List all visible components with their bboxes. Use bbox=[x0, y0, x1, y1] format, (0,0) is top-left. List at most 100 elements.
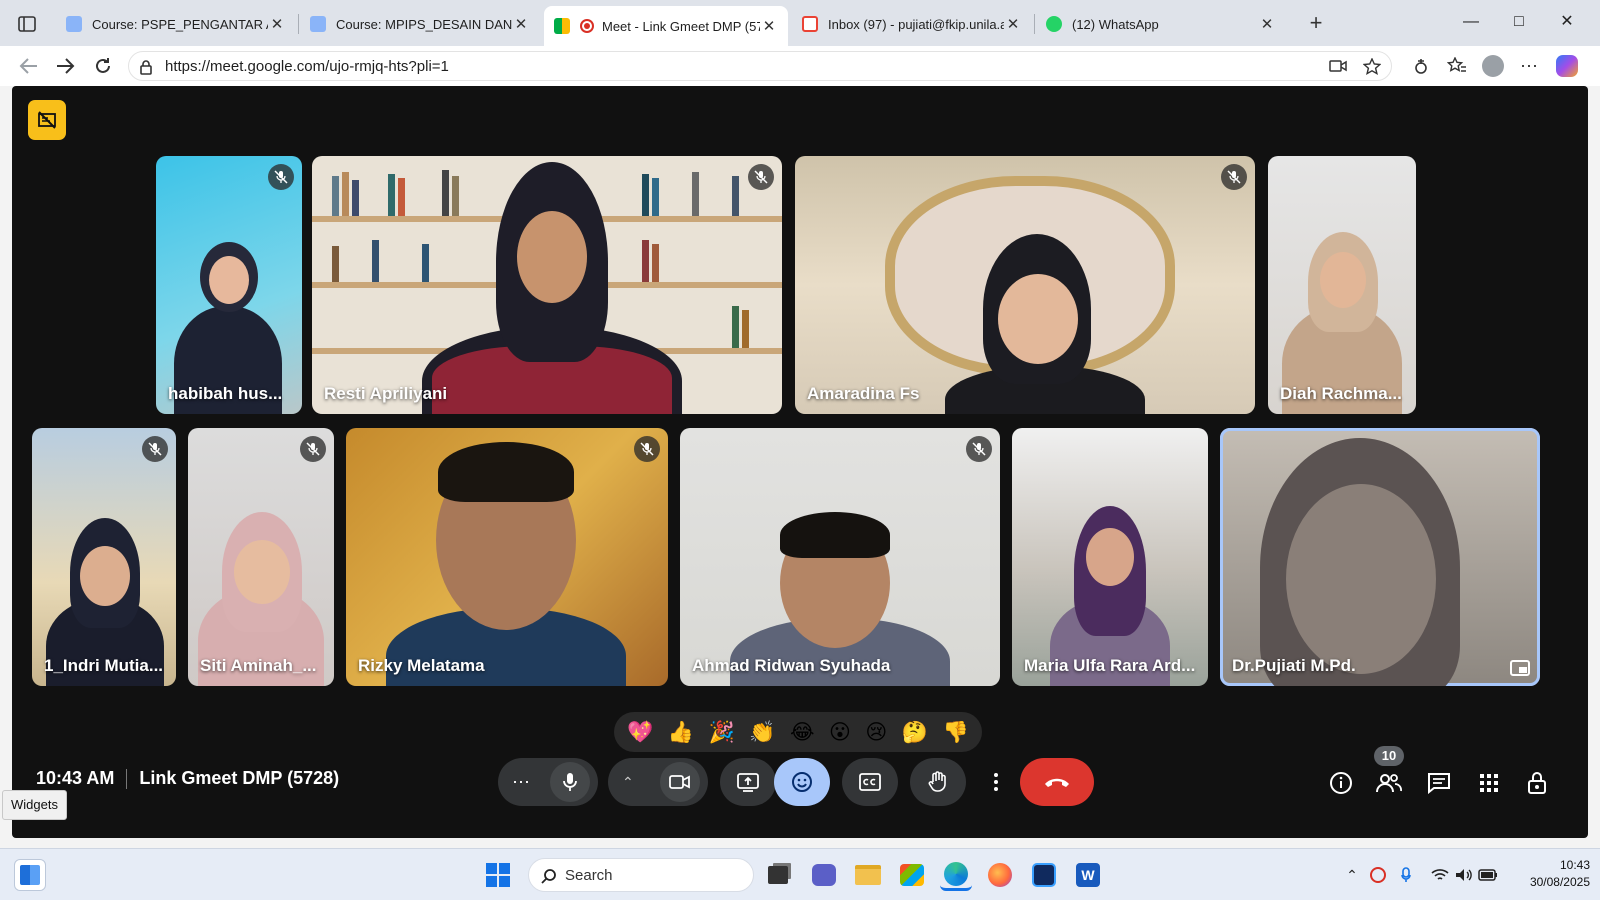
muted-mic-icon bbox=[300, 436, 326, 462]
reaction-surprised-button[interactable]: 😮 bbox=[829, 720, 851, 744]
tab-whatsapp[interactable]: (12) WhatsApp ✕ bbox=[1036, 6, 1286, 42]
windows-taskbar: Search W ⌃ 10:43 30/08/2025 bbox=[0, 848, 1600, 900]
people-icon[interactable] bbox=[1372, 766, 1406, 800]
favorites-icon[interactable] bbox=[1444, 54, 1470, 78]
participant-name: Resti Apriliyani bbox=[324, 384, 448, 403]
gmail-favicon-icon bbox=[802, 16, 818, 32]
microsoft-store-icon[interactable] bbox=[896, 859, 928, 891]
widgets-icon[interactable] bbox=[14, 859, 46, 891]
start-icon[interactable] bbox=[482, 859, 514, 891]
taskbar-search[interactable]: Search bbox=[528, 858, 754, 892]
firefox-icon[interactable] bbox=[984, 859, 1016, 891]
address-bar[interactable]: https://meet.google.com/ujo-rmjq-hts?pli… bbox=[128, 51, 1392, 81]
participant-tile[interactable]: Resti Apriliyani bbox=[312, 156, 782, 414]
system-clock[interactable]: 10:43 30/08/2025 bbox=[1504, 857, 1590, 891]
raise-hand-button[interactable] bbox=[910, 758, 966, 806]
audio-settings-icon[interactable]: ⋯ bbox=[512, 772, 530, 793]
microphone-button[interactable] bbox=[550, 762, 590, 802]
participant-name: Diah Rachma... bbox=[1280, 384, 1402, 403]
reactions-bar: 💖 👍 🎉 👏 😂 😮 😢 🤔 👎 bbox=[614, 712, 982, 752]
meeting-details-icon[interactable] bbox=[1324, 766, 1358, 800]
file-explorer-icon[interactable] bbox=[852, 859, 884, 891]
more-menu-icon[interactable]: ⋯ bbox=[1516, 54, 1542, 78]
volume-icon[interactable] bbox=[1454, 865, 1474, 885]
new-tab-icon[interactable]: + bbox=[1302, 10, 1330, 38]
participant-tile[interactable]: Diah Rachma... bbox=[1268, 156, 1416, 414]
participant-tile-active-speaker[interactable]: Dr.Pujiati M.Pd. bbox=[1220, 428, 1540, 686]
close-tab-icon[interactable]: ✕ bbox=[268, 15, 286, 33]
microphone-in-use-icon[interactable] bbox=[1396, 865, 1416, 885]
sync-status-icon[interactable] bbox=[1368, 865, 1388, 885]
meeting-info: 10:43 AM Link Gmeet DMP (5728) bbox=[36, 768, 339, 790]
tab-gmail-inbox[interactable]: Inbox (97) - pujiati@fkip.unila.ac.id ✕ bbox=[792, 6, 1032, 42]
browser-window: Course: PSPE_PENGANTAR AKUN ✕ Course: MP… bbox=[0, 0, 1600, 848]
clock-date: 30/08/2025 bbox=[1529, 875, 1590, 889]
extensions-icon[interactable] bbox=[1408, 54, 1434, 78]
close-tab-icon[interactable]: ✕ bbox=[1004, 15, 1022, 33]
chat-icon[interactable] bbox=[1422, 766, 1456, 800]
maximize-icon[interactable]: □ bbox=[1496, 8, 1542, 38]
close-tab-icon[interactable]: ✕ bbox=[512, 15, 530, 33]
reaction-laugh-button[interactable]: 😂 bbox=[790, 720, 815, 744]
participant-tile[interactable]: habibah hus... bbox=[156, 156, 302, 414]
reaction-thumbs-down-button[interactable]: 👎 bbox=[943, 720, 969, 745]
refresh-icon[interactable] bbox=[88, 52, 118, 80]
close-tab-icon[interactable]: ✕ bbox=[1258, 15, 1276, 33]
copilot-icon[interactable] bbox=[1554, 54, 1580, 78]
participant-tile[interactable]: Ahmad Ridwan Syuhada bbox=[680, 428, 1000, 686]
participant-tile[interactable]: Rizky Melatama bbox=[346, 428, 668, 686]
present-screen-button[interactable] bbox=[720, 758, 776, 806]
participant-tile[interactable]: Maria Ulfa Rara Ard... bbox=[1012, 428, 1208, 686]
reaction-heart-button[interactable]: 💖 bbox=[627, 720, 653, 745]
site-info-icon[interactable] bbox=[139, 59, 153, 80]
meet-favicon-icon bbox=[554, 18, 570, 34]
reaction-sad-button[interactable]: 😢 bbox=[865, 720, 887, 744]
video-editor-icon[interactable] bbox=[1028, 859, 1060, 891]
tab-meet[interactable]: Meet - Link Gmeet DMP (5728) ✕ bbox=[544, 6, 788, 46]
host-controls-icon[interactable] bbox=[1520, 766, 1554, 800]
tab-actions-icon[interactable] bbox=[12, 10, 42, 38]
wifi-icon[interactable] bbox=[1430, 865, 1450, 885]
reaction-clap-button[interactable]: 👏 bbox=[749, 720, 775, 745]
camera-in-use-icon[interactable] bbox=[1329, 58, 1347, 79]
reaction-thumbs-up-button[interactable]: 👍 bbox=[668, 720, 694, 745]
participant-tile[interactable]: 1_Indri Mutia... bbox=[32, 428, 176, 686]
back-icon[interactable] bbox=[14, 52, 44, 80]
more-options-icon[interactable] bbox=[978, 758, 1014, 806]
battery-icon[interactable] bbox=[1478, 865, 1498, 885]
captions-button[interactable] bbox=[842, 758, 898, 806]
clock-time: 10:43 bbox=[1559, 858, 1590, 872]
task-view-icon[interactable] bbox=[762, 859, 794, 891]
bookmark-star-icon[interactable] bbox=[1362, 57, 1382, 81]
muted-mic-icon bbox=[142, 436, 168, 462]
tab-course-mpips[interactable]: Course: MPIPS_DESAIN DAN MOD ✕ bbox=[300, 6, 540, 42]
participant-name: 1_Indri Mutia... bbox=[44, 656, 164, 675]
show-hidden-icons-icon[interactable]: ⌃ bbox=[1342, 865, 1362, 885]
minimize-icon[interactable]: — bbox=[1448, 8, 1494, 38]
leave-call-button[interactable] bbox=[1020, 758, 1094, 806]
emoji-reactions-button[interactable] bbox=[774, 758, 830, 806]
profile-avatar-icon[interactable] bbox=[1480, 54, 1506, 78]
forward-icon[interactable] bbox=[50, 52, 80, 80]
teams-chat-icon[interactable] bbox=[808, 859, 840, 891]
reaction-thinking-button[interactable]: 🤔 bbox=[902, 720, 928, 745]
activities-icon[interactable] bbox=[1472, 766, 1506, 800]
participant-name: Siti Aminah_... bbox=[200, 656, 317, 675]
muted-mic-icon bbox=[268, 164, 294, 190]
reaction-party-button[interactable]: 🎉 bbox=[709, 720, 735, 745]
participant-tile[interactable]: Amaradina Fs bbox=[795, 156, 1255, 414]
close-window-icon[interactable]: ✕ bbox=[1544, 8, 1590, 38]
edge-browser-icon[interactable] bbox=[940, 859, 972, 891]
word-icon[interactable]: W bbox=[1072, 859, 1104, 891]
recording-badge-icon[interactable] bbox=[28, 100, 66, 140]
participant-name: Rizky Melatama bbox=[358, 656, 485, 675]
camera-control-group: ⌃ bbox=[608, 758, 708, 806]
tab-title: Inbox (97) - pujiati@fkip.unila.ac.id bbox=[828, 16, 1004, 32]
tab-course-pspe[interactable]: Course: PSPE_PENGANTAR AKUN ✕ bbox=[56, 6, 296, 42]
muted-mic-icon bbox=[748, 164, 774, 190]
participant-tile[interactable]: Siti Aminah_... bbox=[188, 428, 334, 686]
close-tab-icon[interactable]: ✕ bbox=[760, 17, 778, 35]
video-settings-chevron-icon[interactable]: ⌃ bbox=[622, 774, 634, 791]
camera-button[interactable] bbox=[660, 762, 700, 802]
picture-in-picture-icon[interactable] bbox=[1510, 660, 1530, 676]
